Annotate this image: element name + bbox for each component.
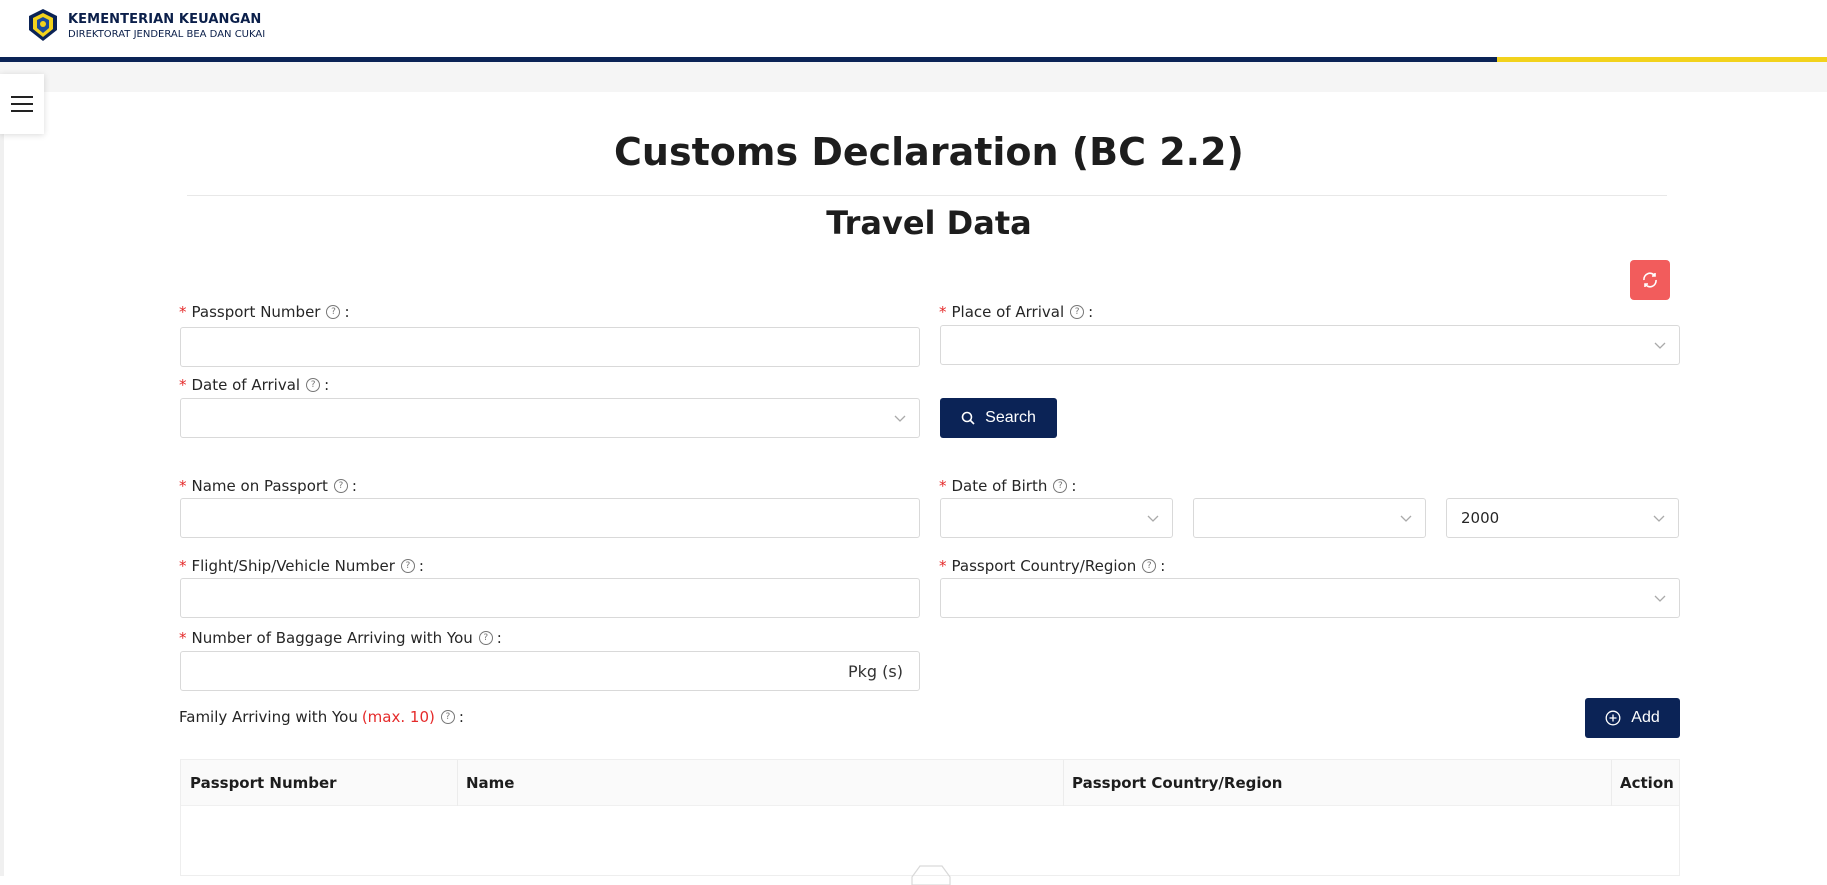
required-marker: * — [179, 477, 187, 495]
place-of-arrival-label: * Place of Arrival ? : — [939, 303, 1093, 321]
question-circle-icon[interactable]: ? — [1053, 479, 1068, 493]
question-circle-icon[interactable]: ? — [1142, 559, 1157, 573]
passport-country-label-text: Passport Country/Region — [951, 557, 1137, 575]
family-max-note: (max. 10) — [361, 708, 435, 726]
date-of-birth-label: * Date of Birth ? : — [939, 477, 1076, 495]
chevron-down-icon — [1654, 342, 1666, 349]
label-colon: : — [344, 303, 350, 321]
section-title: Travel Data — [826, 204, 1032, 242]
question-circle-icon[interactable]: ? — [400, 559, 415, 573]
chevron-down-icon — [1653, 515, 1665, 522]
hamburger-icon — [11, 96, 33, 112]
flight-number-label: * Flight/Ship/Vehicle Number ? : — [179, 557, 424, 575]
label-colon: : — [324, 376, 330, 394]
birth-year-select[interactable]: 2000 — [1446, 498, 1679, 538]
question-circle-icon[interactable]: ? — [306, 378, 321, 392]
sub-header-band — [0, 62, 1827, 92]
required-marker: * — [939, 557, 947, 575]
menu-toggle-button[interactable] — [0, 74, 44, 134]
label-colon: : — [1160, 557, 1166, 575]
column-header-action: Action — [1620, 774, 1674, 792]
empty-state-icon — [911, 865, 951, 885]
required-marker: * — [179, 557, 187, 575]
app-header: KEMENTERIAN KEUANGAN DIREKTORAT JENDERAL… — [0, 0, 1827, 57]
date-of-arrival-label-text: Date of Arrival — [191, 376, 301, 394]
table-header: Passport Number Name Passport Country/Re… — [181, 760, 1679, 806]
question-circle-icon[interactable]: ? — [333, 479, 348, 493]
question-circle-icon[interactable]: ? — [1070, 305, 1085, 319]
page-title: Customs Declaration (BC 2.2) — [614, 130, 1244, 174]
family-label: Family Arriving with You (max. 10) ? : — [179, 708, 464, 726]
birth-year-value: 2000 — [1461, 509, 1500, 527]
name-on-passport-label-text: Name on Passport — [191, 477, 328, 495]
required-marker: * — [939, 477, 947, 495]
date-of-arrival-label: * Date of Arrival ? : — [179, 376, 329, 394]
required-marker: * — [179, 303, 187, 321]
ministry-logo — [29, 9, 57, 41]
birth-day-select[interactable] — [940, 498, 1173, 538]
column-header-passport-number: Passport Number — [190, 774, 337, 792]
label-colon: : — [1071, 477, 1077, 495]
label-colon: : — [1088, 303, 1094, 321]
chevron-down-icon — [1147, 515, 1159, 522]
search-icon — [961, 411, 975, 425]
plus-circle-icon — [1605, 710, 1621, 726]
label-colon: : — [351, 477, 357, 495]
passport-number-label-text: Passport Number — [191, 303, 321, 321]
add-family-button[interactable]: Add — [1585, 698, 1680, 738]
required-marker: * — [939, 303, 947, 321]
org-block: KEMENTERIAN KEUANGAN DIREKTORAT JENDERAL… — [68, 12, 265, 40]
search-button[interactable]: Search — [940, 398, 1057, 438]
flight-number-label-text: Flight/Ship/Vehicle Number — [191, 557, 395, 575]
question-circle-icon[interactable]: ? — [478, 631, 493, 645]
passport-country-label: * Passport Country/Region ? : — [939, 557, 1165, 575]
family-label-text: Family Arriving with You — [179, 708, 358, 726]
org-name: KEMENTERIAN KEUANGAN — [68, 12, 262, 27]
label-colon: : — [418, 557, 424, 575]
add-button-label: Add — [1631, 709, 1660, 726]
column-header-passport-country: Passport Country/Region — [1072, 774, 1283, 792]
required-marker: * — [179, 376, 187, 394]
question-circle-icon[interactable]: ? — [326, 305, 341, 319]
question-circle-icon[interactable]: ? — [440, 710, 455, 724]
place-of-arrival-select[interactable] — [940, 325, 1680, 365]
name-on-passport-input[interactable] — [180, 498, 920, 538]
birth-month-select[interactable] — [1193, 498, 1426, 538]
passport-country-select[interactable] — [940, 578, 1680, 618]
column-header-name: Name — [466, 774, 515, 792]
baggage-input[interactable]: Pkg (s) — [180, 651, 920, 691]
name-on-passport-label: * Name on Passport ? : — [179, 477, 357, 495]
label-colon: : — [458, 708, 464, 726]
label-colon: : — [496, 629, 502, 647]
family-table: Passport Number Name Passport Country/Re… — [180, 759, 1680, 885]
search-button-label: Search — [985, 409, 1036, 426]
baggage-unit: Pkg (s) — [848, 662, 903, 681]
baggage-label: * Number of Baggage Arriving with You ? … — [179, 629, 502, 647]
chevron-down-icon — [1654, 595, 1666, 602]
flight-number-input[interactable] — [180, 578, 920, 618]
required-marker: * — [179, 629, 187, 647]
passport-number-input[interactable] — [180, 327, 920, 367]
chevron-down-icon — [894, 415, 906, 422]
place-of-arrival-label-text: Place of Arrival — [951, 303, 1065, 321]
org-subtitle: DIREKTORAT JENDERAL BEA DAN CUKAI — [68, 29, 266, 40]
chevron-down-icon — [1400, 515, 1412, 522]
baggage-label-text: Number of Baggage Arriving with You — [191, 629, 473, 647]
title-divider — [187, 195, 1667, 196]
date-of-birth-label-text: Date of Birth — [951, 477, 1048, 495]
date-of-arrival-select[interactable] — [180, 398, 920, 438]
refresh-button[interactable] — [1630, 260, 1670, 300]
refresh-icon — [1643, 272, 1657, 288]
passport-number-label: * Passport Number ? : — [179, 303, 350, 321]
